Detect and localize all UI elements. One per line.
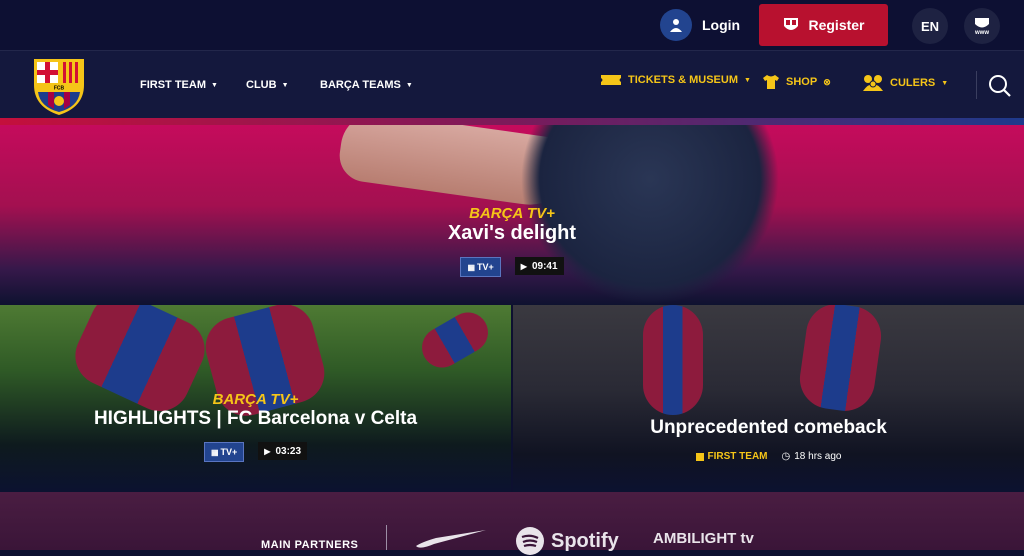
card-image-player (643, 305, 703, 415)
nav-tickets-museum[interactable]: TICKETS & MUSEUM ▼ (600, 73, 751, 87)
caret-down-icon: ▼ (941, 79, 949, 87)
card-meta: ▦ TV+ ▶ 03:23 (0, 442, 511, 462)
tag-label: FIRST TEAM (707, 451, 768, 462)
fcb-crest-logo[interactable]: FCB (28, 55, 90, 117)
play-icon: ▶ (520, 261, 527, 271)
card-title: Unprecedented comeback (650, 417, 887, 438)
register-button[interactable]: Register (759, 4, 888, 46)
language-selector[interactable]: EN (912, 8, 948, 44)
caret-down-icon: ▼ (744, 76, 751, 84)
news-card[interactable]: Unprecedented comeback FIRST TEAM ◷ 18 hr… (513, 305, 1024, 492)
top-bar: Login Register EN www (0, 0, 1024, 50)
nav-culers[interactable]: CULERS ▼ (862, 73, 948, 93)
badge-label: TV+ (477, 262, 494, 272)
partners-label: MAIN PARTNERS (261, 539, 359, 551)
external-link-icon: ⊗ (823, 76, 831, 87)
clock-icon: ◷ (781, 451, 791, 462)
hero-title: Xavi's delight (447, 222, 577, 244)
card-meta: FIRST TEAM ◷ 18 hrs ago (513, 451, 1024, 462)
www-button[interactable]: www (964, 8, 1000, 44)
card-channel: BARÇA TV+ (212, 391, 299, 408)
spotify-icon (516, 527, 544, 555)
badge-label: TV+ (220, 447, 238, 457)
highlights-video-card[interactable]: BARÇA TV+ HIGHLIGHTS | FC Barcelona v Ce… (0, 305, 511, 492)
tv-plus-badge: ▦ TV+ (203, 442, 245, 462)
nav-label: SHOP (786, 76, 818, 88)
nav-label: BARÇA TEAMS (320, 79, 401, 91)
card-caption: Unprecedented comeback FIRST TEAM ◷ 18 hr… (513, 417, 1024, 462)
caret-down-icon: ▼ (281, 81, 289, 89)
hero-channel: BARÇA TV+ (469, 205, 555, 222)
nav-label: TICKETS & MUSEUM (628, 74, 738, 86)
card-image-player (796, 305, 885, 415)
nav-club[interactable]: CLUB ▼ (246, 79, 289, 91)
nav-first-team[interactable]: FIRST TEAM ▼ (140, 79, 218, 91)
hero-video-card[interactable]: BARÇA TV+ Xavi's delight ▦ TV+ ▶ 09:41 (0, 125, 1024, 305)
nav-barca-teams[interactable]: BARÇA TEAMS ▼ (320, 79, 413, 91)
crest-text: FCB (54, 86, 65, 92)
partners-bar: MAIN PARTNERS Spotify AMBILIGHT tv (0, 492, 1024, 555)
register-label: Register (808, 17, 865, 33)
hero-meta: ▦ TV+ ▶ 09:41 (0, 257, 1024, 277)
category-tag[interactable]: FIRST TEAM (695, 451, 768, 462)
crest-mini-icon: ▦ (467, 262, 476, 272)
shirt-icon (763, 75, 779, 89)
nike-logo[interactable] (414, 528, 488, 550)
crest-mini-icon: ▦ (210, 447, 219, 457)
video-duration: ▶ 09:41 (514, 257, 564, 275)
card-image-player (414, 305, 496, 375)
ticket-icon (601, 75, 621, 85)
ambilight-logo[interactable]: AMBILIGHT tv (653, 530, 754, 547)
www-label: www (974, 29, 989, 36)
video-duration: ▶ 03:23 (258, 442, 308, 460)
crest-small-icon (784, 18, 799, 30)
partners-divider (386, 525, 387, 550)
caret-down-icon: ▼ (211, 81, 218, 89)
time-label: 18 hrs ago (794, 451, 842, 462)
timestamp: ◷ 18 hrs ago (782, 451, 842, 462)
globe-crest-icon (975, 17, 989, 27)
tv-plus-badge: ▦ TV+ (460, 257, 501, 277)
caret-down-icon: ▼ (405, 81, 413, 89)
card-caption: BARÇA TV+ HIGHLIGHTS | FC Barcelona v Ce… (0, 391, 511, 462)
user-icon (660, 9, 692, 41)
search-icon[interactable] (988, 74, 1012, 98)
login-label: Login (702, 17, 741, 33)
play-icon: ▶ (264, 446, 271, 456)
login-button[interactable]: Login (660, 9, 740, 41)
tag-square-icon (695, 452, 704, 461)
brand-stripe (0, 118, 1024, 125)
duration-label: 03:23 (275, 445, 302, 457)
hero-caption: BARÇA TV+ Xavi's delight ▦ TV+ ▶ 09:41 (0, 205, 1024, 277)
nav-divider (976, 71, 977, 99)
duration-label: 09:41 (531, 260, 558, 272)
nav-shop[interactable]: SHOP ⊗ (762, 73, 831, 91)
nav-label: FIRST TEAM (140, 79, 206, 91)
spotify-wordmark: Spotify (551, 529, 619, 552)
nav-label: CULERS (890, 77, 936, 89)
culers-icon (863, 75, 883, 91)
main-nav: FCB FIRST TEAM ▼ CLUB ▼ BARÇA TEAMS ▼ TICKE… (0, 50, 1024, 118)
spotify-logo[interactable]: Spotify (515, 526, 619, 556)
nav-label: CLUB (246, 79, 277, 91)
card-title: HIGHLIGHTS | FC Barcelona v Celta (93, 408, 418, 429)
